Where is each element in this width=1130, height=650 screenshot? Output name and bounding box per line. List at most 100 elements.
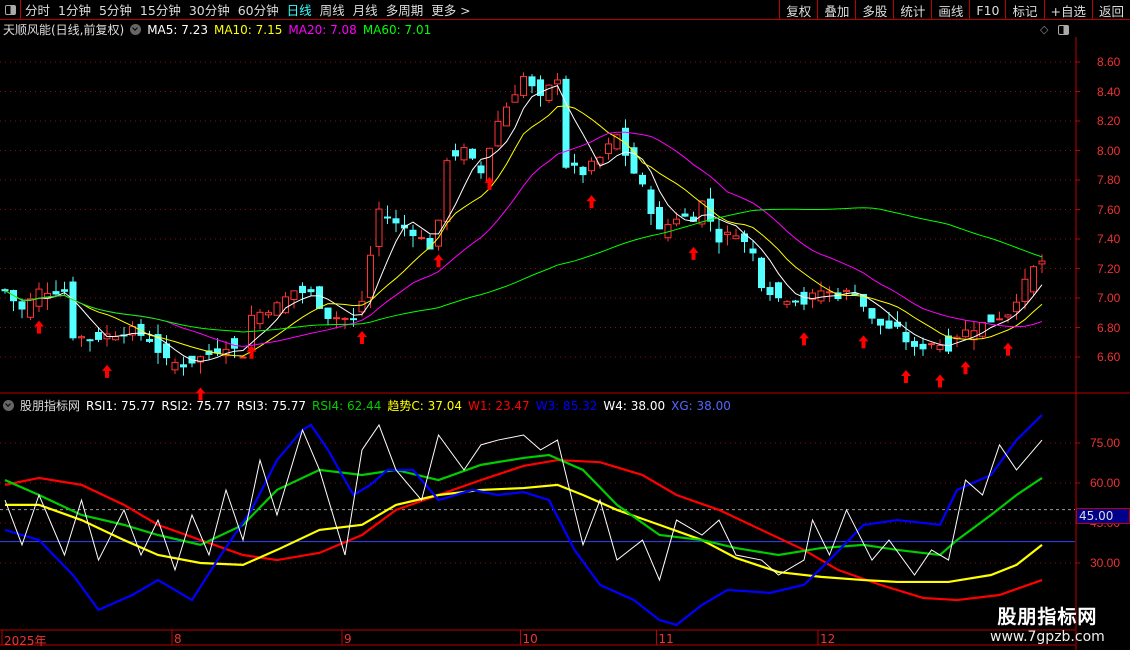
candle-up <box>596 156 604 165</box>
candle-down <box>758 257 765 289</box>
candle-down <box>18 301 26 310</box>
candle-up <box>333 317 340 320</box>
candle-down <box>885 320 893 329</box>
candle-up <box>460 147 468 161</box>
candle-down <box>681 213 689 217</box>
chart-canvas[interactable] <box>0 0 1130 650</box>
buy-signal-arrow <box>586 195 597 209</box>
candle-down <box>987 314 995 323</box>
candle-up <box>375 208 383 248</box>
candle-up <box>256 311 264 325</box>
date-label: 2025年 <box>4 634 47 648</box>
candle-down <box>877 318 884 326</box>
candle-up <box>367 254 374 298</box>
candle-down <box>571 162 578 166</box>
indicator-tick-label: 75.00 <box>1090 436 1121 450</box>
candle-up <box>503 106 510 127</box>
candle-down <box>180 364 187 368</box>
candle-up <box>443 160 451 222</box>
price-tick-label: 7.00 <box>1097 291 1121 305</box>
candle-down <box>350 318 357 321</box>
buy-signal-arrow <box>960 361 971 375</box>
candle-up <box>486 147 493 182</box>
price-tick-label: 8.20 <box>1097 114 1121 128</box>
candle-up <box>273 302 281 316</box>
candle-down <box>868 308 876 319</box>
candle-down <box>146 339 153 342</box>
candle-up <box>27 298 34 318</box>
candle-down <box>775 282 782 299</box>
candle-down <box>647 189 655 214</box>
buy-signal-arrow <box>858 335 869 349</box>
candle-up <box>962 329 969 338</box>
candle-down <box>231 338 238 349</box>
candle-up <box>520 75 527 96</box>
candle-down <box>469 148 476 159</box>
date-label: 8 <box>174 632 182 646</box>
candle-up <box>239 356 247 359</box>
indicator-tick-label: 60.00 <box>1090 476 1121 490</box>
buy-signal-arrow <box>195 387 206 401</box>
candle-down <box>392 218 400 224</box>
date-label: 12 <box>820 632 836 646</box>
candle-down <box>324 307 332 319</box>
indicator-tick-label: 30.00 <box>1090 556 1121 570</box>
candle-up <box>928 343 935 346</box>
buy-signal-arrow <box>433 254 444 268</box>
series-rsi1-line <box>4 423 1043 582</box>
watermark: 股朋指标网 www.7gpzb.com <box>990 602 1105 645</box>
candle-down <box>163 343 170 359</box>
candle-down <box>61 289 68 292</box>
candle-down <box>639 174 646 185</box>
candle-down <box>902 331 910 343</box>
candle-down <box>95 332 102 340</box>
price-tick-label: 8.60 <box>1097 55 1121 69</box>
crosshair-value-label: 45.00 <box>1076 508 1130 524</box>
price-tick-label: 7.20 <box>1097 261 1121 276</box>
buy-signal-arrow <box>799 332 809 346</box>
date-label: 10 <box>522 632 538 646</box>
candle-down <box>792 300 799 303</box>
candle-up <box>732 235 740 240</box>
candle-up <box>554 79 561 85</box>
candle-down <box>579 166 587 176</box>
candle-up <box>78 336 85 339</box>
candle-up <box>418 237 425 240</box>
candle-up <box>843 289 850 293</box>
candle-down <box>307 289 315 293</box>
candle-up <box>1013 301 1020 313</box>
candle-down <box>384 216 391 219</box>
candle-up <box>1038 260 1046 265</box>
candle-up <box>724 231 731 236</box>
candle-down <box>749 248 757 254</box>
watermark-url: www.7gpzb.com <box>990 629 1105 645</box>
candle-up <box>171 361 179 371</box>
candle-up <box>511 94 519 103</box>
buy-signal-arrow <box>688 246 699 260</box>
candle-down <box>52 291 60 295</box>
candle-up <box>494 120 502 147</box>
candle-down <box>766 287 774 296</box>
candle-down <box>214 348 221 354</box>
candle-down <box>1 289 9 292</box>
candle-down <box>299 285 306 294</box>
candle-up <box>341 317 349 320</box>
candle-up <box>783 301 791 305</box>
candle-up <box>358 300 366 313</box>
price-tick-label: 8.40 <box>1097 84 1121 99</box>
date-label: 9 <box>344 632 352 646</box>
candle-up <box>605 143 612 155</box>
candle-down <box>477 165 485 174</box>
price-tick-label: 7.80 <box>1097 173 1121 187</box>
candle-down <box>911 341 918 347</box>
series-w1-line <box>4 458 1043 602</box>
candle-down <box>800 291 808 305</box>
candle-up <box>996 318 1003 321</box>
candle-down <box>316 286 323 309</box>
buy-signal-arrow <box>901 370 911 384</box>
candle-down <box>69 281 77 339</box>
candle-up <box>112 336 119 341</box>
candle-up <box>817 290 825 302</box>
buy-signal-arrow <box>102 364 112 378</box>
candle-down <box>715 228 723 243</box>
